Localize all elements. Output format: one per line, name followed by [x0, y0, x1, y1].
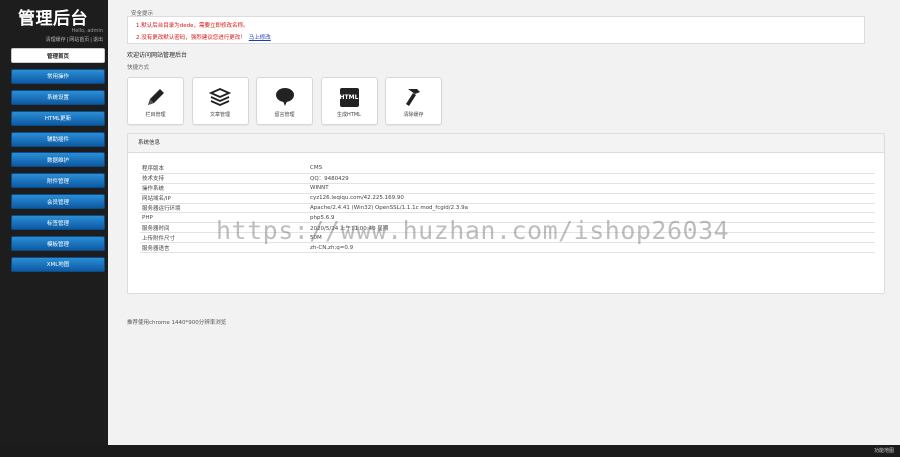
table-row: 技术支持 QQ：9480429	[140, 174, 875, 184]
app-logo: 管理后台	[18, 9, 88, 29]
shortcut-generate-html-label: 生成HTML	[337, 112, 361, 118]
shortcut-messages[interactable]: 留言管理	[256, 77, 313, 125]
nav-item-tags[interactable]: 标签管理	[11, 215, 105, 231]
stack-icon	[209, 86, 231, 108]
table-row: 服务器运行环境 Apache/2.4.41 (Win32) OpenSSL/1.1…	[140, 204, 875, 214]
nav-item-system-settings[interactable]: 系统设置	[11, 89, 105, 105]
notice-line-2: 2.没有更改默认密码，强烈建议您进行更改！ 马上修改	[136, 35, 271, 41]
table-row: 网站域名/IP cyz126.leqiqu.com/42.225.169.90	[140, 194, 875, 204]
security-notice: 1.默认后台目录为dede，需要立即修改名称。 2.没有更改默认密码，强烈建议您…	[127, 16, 865, 44]
table-row: 程序版本 CMS	[140, 164, 875, 174]
site-home-link[interactable]: 网站首页	[69, 37, 89, 43]
logout-link[interactable]: 退出	[93, 37, 103, 43]
shortcut-clear-cache-label: 清除缓存	[403, 112, 424, 118]
nav-item-data-maintenance[interactable]: 数据维护	[11, 152, 105, 168]
nav-item-attachments[interactable]: 附件管理	[11, 173, 105, 189]
nav-item-common-ops[interactable]: 常用操作	[11, 68, 105, 84]
shortcut-clear-cache[interactable]: 清除缓存	[385, 77, 442, 125]
welcome-heading: 欢迎访问网站管理后台	[127, 52, 188, 59]
nav-item-plugins[interactable]: 辅助插件	[11, 131, 105, 147]
nav-item-members[interactable]: 会员管理	[11, 194, 105, 210]
system-info-panel: 系统信息 程序版本 CMS 技术支持 QQ：9480429 操作系统 WINNT 网站…	[127, 133, 885, 294]
pencil-icon	[145, 86, 167, 108]
sidebar: 管理后台 Hello, admin 清理缓存|网站首页|退出 管理首页 常用操作…	[0, 0, 108, 445]
quick-shortcuts: 栏目管理 文章管理 留言管理 HTML 生成HTML 清除缓存	[127, 77, 450, 125]
notice-line-1: 1.默认后台目录为dede，需要立即修改名称。	[136, 23, 249, 29]
footer-bar: 功能地图	[0, 445, 900, 457]
change-password-link[interactable]: 马上修改	[249, 35, 271, 41]
speech-bubble-icon	[274, 86, 296, 108]
watermark: https://www.huzhan.com/ishop26034	[216, 216, 730, 245]
greeting: Hello, admin	[71, 28, 103, 34]
clear-cache-link[interactable]: 清理缓存	[46, 37, 66, 43]
shortcut-articles-label: 文章管理	[209, 112, 230, 118]
nav-item-html-update[interactable]: HTML更新	[11, 110, 105, 126]
quick-label: 快捷方式	[127, 65, 150, 71]
hammer-icon	[403, 86, 425, 108]
footer-sitemap-link[interactable]: 功能地图	[874, 447, 894, 454]
shortcut-articles[interactable]: 文章管理	[191, 77, 249, 125]
user-links: 清理缓存|网站首页|退出	[45, 37, 103, 43]
browser-tip: 推荐使用chrome 1440*900分辨率浏览	[127, 320, 227, 326]
shortcut-columns[interactable]: 栏目管理	[127, 77, 184, 125]
shortcut-columns-label: 栏目管理	[145, 112, 166, 118]
system-info-title: 系统信息	[128, 134, 884, 153]
nav-item-home[interactable]: 管理首页	[11, 48, 105, 63]
nav-item-templates[interactable]: 模板管理	[11, 236, 105, 252]
table-row: 操作系统 WINNT	[140, 184, 875, 194]
html-icon: HTML	[338, 86, 360, 108]
sidebar-nav: 管理首页 常用操作 系统设置 HTML更新 辅助插件 数据维护 附件管理 会员管…	[11, 48, 105, 278]
html-icon-text: HTML	[339, 87, 359, 107]
shortcut-messages-label: 留言管理	[274, 112, 295, 118]
shortcut-generate-html[interactable]: HTML 生成HTML	[320, 77, 378, 125]
nav-item-xml-sitemap[interactable]: XML地图	[11, 256, 105, 272]
